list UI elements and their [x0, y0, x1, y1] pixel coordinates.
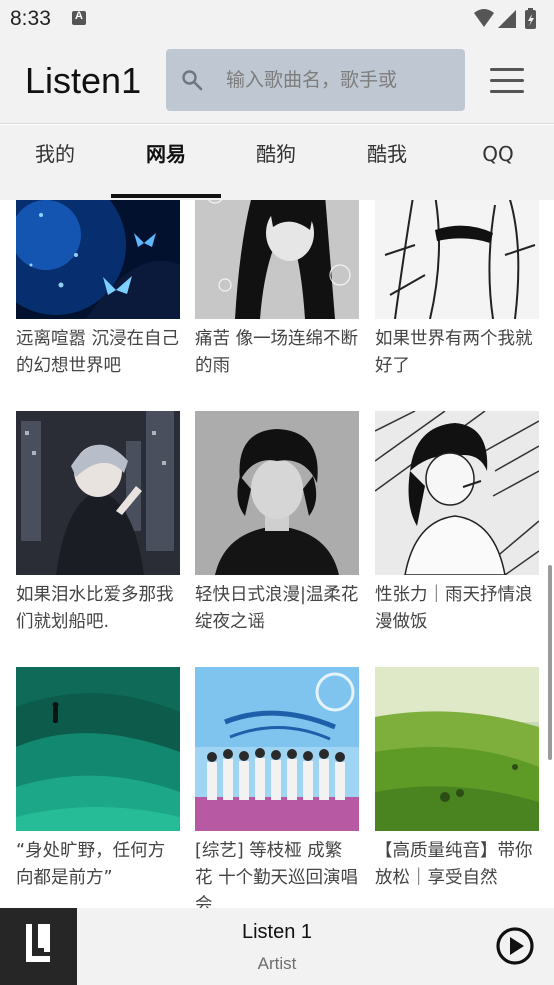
playlist-cover [16, 411, 180, 575]
playlist-title: 如果世界有两个我就好了 [375, 329, 533, 376]
tab-kugou[interactable]: 酷狗 [221, 125, 331, 200]
tab-kuwo[interactable]: 酷我 [332, 125, 442, 200]
playlist-title: 【高质量纯音】带你放松｜享受自然 [375, 841, 533, 888]
app-title: Listen1 [25, 60, 142, 101]
search-box[interactable] [166, 49, 465, 111]
playlist-title: 性张力｜雨天抒情浪漫做饭 [375, 585, 533, 632]
playlist-cover [375, 667, 539, 831]
playlist-title: 轻快日式浪漫|温柔花绽夜之谣 [195, 585, 359, 632]
playlist-title: 痛苦 像一场连绵不断的雨 [195, 329, 359, 376]
app-bar: Listen1 [0, 40, 554, 124]
search-input[interactable] [226, 49, 456, 111]
playlist-cover [195, 200, 359, 319]
status-time: 8:33 [10, 7, 51, 30]
battery-icon [525, 8, 536, 29]
tab-mine[interactable]: 我的 [0, 125, 110, 200]
play-circle-icon[interactable] [495, 926, 535, 966]
a-notification-icon: A [72, 10, 86, 25]
status-icons [474, 8, 536, 29]
playlist-title: [综艺] 等枝桠 成繁花 十个勤天巡回演唱会 [195, 841, 359, 908]
listen1-logo-icon [0, 908, 77, 985]
tab-qq[interactable]: QQ [443, 125, 553, 200]
hamburger-menu-icon[interactable] [488, 66, 526, 96]
playlist-cover [195, 411, 359, 575]
search-icon [182, 70, 203, 91]
playlist-cover [195, 667, 359, 831]
playlist-title: 如果泪水比爱多那我们就划船吧. [16, 585, 174, 632]
active-tab-indicator [111, 194, 221, 198]
tab-netease[interactable]: 网易 [111, 125, 221, 200]
scrollbar[interactable] [548, 565, 552, 760]
status-bar: 8:33 A [0, 0, 554, 40]
signal-icon [498, 10, 516, 28]
playlist-cover [16, 667, 180, 831]
playlist-title: 远离喧嚣 沉浸在自己的幻想世界吧 [16, 329, 180, 376]
playlist-cover [375, 411, 539, 575]
playlist-cover [16, 200, 180, 319]
playlist-cover [375, 200, 539, 319]
source-tabs: 我的 网易 酷狗 酷我 QQ [0, 125, 554, 200]
player-artist: Artist [257, 954, 297, 973]
player-track-title: Listen 1 [241, 921, 313, 943]
wifi-icon [474, 9, 494, 27]
playlist-grid[interactable]: 远离喧嚣 沉浸在自己的幻想世界吧 痛苦 像一场连绵不断的雨 如果世界有两个我就好… [0, 200, 554, 908]
mini-player[interactable]: Listen 1 Artist [0, 908, 554, 985]
playlist-title: “身处旷野，任何方向都是前方” [16, 841, 166, 888]
